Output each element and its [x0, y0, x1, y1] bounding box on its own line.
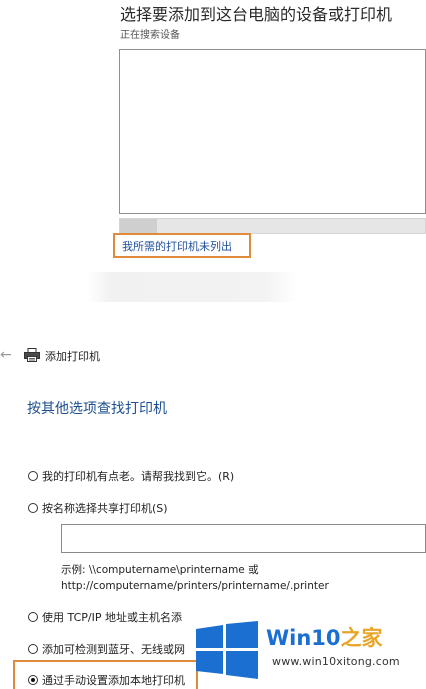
- watermark-brand: Win10之家: [266, 622, 383, 652]
- radio-bluetooth[interactable]: [28, 644, 38, 654]
- radio-tcp-ip[interactable]: [28, 612, 38, 622]
- example-text: 示例: \\computername\printername 或 http://…: [61, 562, 329, 594]
- search-progress-fill: [120, 219, 157, 233]
- watermark-brand-part2: 之家: [340, 626, 383, 650]
- section-heading: 按其他选项查找打印机: [27, 401, 167, 417]
- device-list[interactable]: [119, 49, 426, 214]
- option-label-old-printer[interactable]: 我的打印机有点老。请帮我找到它。(R): [42, 468, 234, 484]
- dialog-title: 添加打印机: [45, 350, 100, 363]
- radio-old-printer[interactable]: [28, 471, 38, 481]
- printer-icon: [24, 348, 40, 362]
- windows-logo-icon: [196, 621, 258, 679]
- example-line-2: http://computername/printers/printername…: [61, 580, 329, 592]
- shared-printer-name-input[interactable]: [61, 524, 426, 553]
- option-label-shared-by-name[interactable]: 按名称选择共享打印机(S): [42, 500, 168, 516]
- back-arrow-icon[interactable]: ←: [0, 347, 12, 363]
- example-line-1: 示例: \\computername\printername 或: [61, 564, 259, 576]
- printer-not-listed-link[interactable]: 我所需的打印机未列出: [122, 238, 232, 254]
- panel-footer-bar: [87, 272, 297, 302]
- radio-shared-by-name[interactable]: [28, 503, 38, 513]
- option-label-manual-local[interactable]: 通过手动设置添加本地打印机: [42, 672, 185, 688]
- device-picker-title: 选择要添加到这台电脑的设备或打印机: [120, 5, 393, 24]
- watermark-brand-part1: Win10: [266, 626, 341, 650]
- search-progress-bar: [119, 218, 426, 234]
- option-label-tcp-ip[interactable]: 使用 TCP/IP 地址或主机名添: [42, 609, 182, 625]
- watermark-url: www.win10xitong.com: [272, 655, 400, 668]
- radio-manual-local[interactable]: [28, 675, 38, 685]
- searching-status: 正在搜索设备: [120, 30, 180, 41]
- option-label-bluetooth[interactable]: 添加可检测到蓝牙、无线或网: [42, 641, 185, 657]
